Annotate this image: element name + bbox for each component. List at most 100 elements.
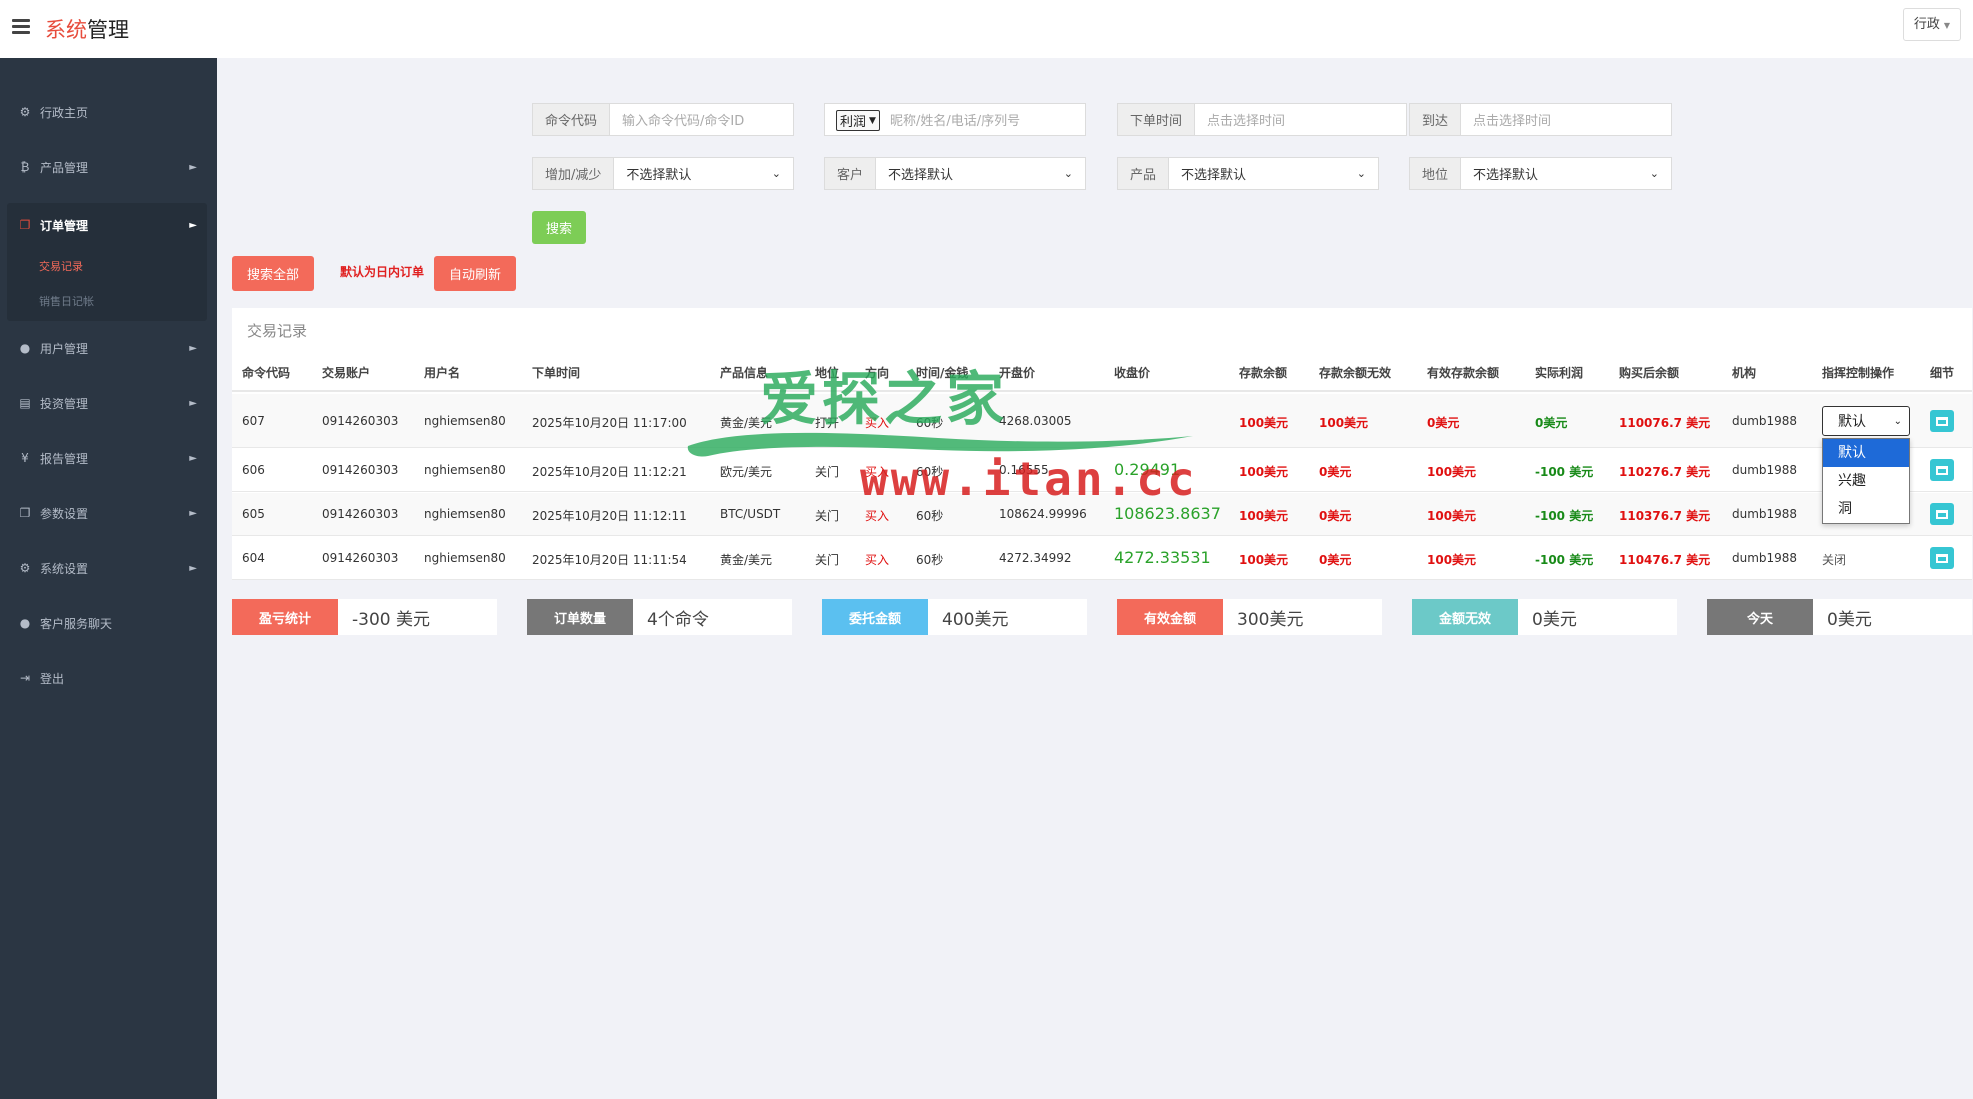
sidebar-item-system-settings[interactable]: ⚙ 系统设置 ► (8, 546, 207, 590)
table-row: 606 0914260303 nghiemsen80 2025年10月20日 1… (232, 449, 1972, 492)
sidebar-item-admin-home[interactable]: ⚙ 行政主页 (8, 90, 207, 134)
sidebar-item-customer-chat[interactable]: ● 客户服务聊天 (8, 601, 207, 645)
order-time-label: 下单时间 (1118, 104, 1196, 135)
trade-records-panel: 交易记录 命令代码 交易账户 用户名 下单时间 产品信息 地位 方向 时间/金钱… (232, 308, 1972, 580)
sidebar-subitem-trade-records[interactable]: 交易记录 (39, 258, 83, 274)
col-position: 地位 (815, 366, 840, 380)
chevron-right-icon: ► (189, 397, 197, 409)
auto-refresh-button[interactable]: 自动刷新 (434, 256, 516, 291)
col-time-money: 时间/金钱 (916, 366, 969, 380)
position-filter: 地位 不选择默认 ⌄ (1409, 157, 1672, 190)
chevron-right-icon: ► (189, 507, 197, 519)
closed-status: 关闭 (1822, 553, 1847, 567)
order-code-input[interactable]: 输入命令代码/命令ID (610, 104, 793, 135)
col-close-price: 收盘价 (1114, 366, 1151, 380)
detail-icon (1936, 416, 1948, 426)
stat-invalid-amount: 金额无效 0美元 (1412, 599, 1677, 635)
stat-today: 今天 0美元 (1707, 599, 1972, 635)
user-icon: ● (19, 341, 31, 355)
logout-icon: ⇥ (19, 671, 31, 685)
inc-dec-filter: 增加/减少 不选择默认 ⌄ (532, 157, 794, 190)
sidebar-item-reports[interactable]: ¥ 报告管理 ► (8, 436, 207, 480)
customer-filter: 客户 不选择默认 ⌄ (824, 157, 1086, 190)
table-row: 607 0914260303 nghiemsen80 2025年10月20日 1… (232, 394, 1972, 448)
col-actual-profit: 实际利润 (1535, 366, 1584, 380)
product-filter: 产品 不选择默认 ⌄ (1117, 157, 1379, 190)
order-time-start-input[interactable]: 点击选择时间 (1195, 104, 1406, 135)
position-select[interactable]: 不选择默认 ⌄ (1461, 158, 1671, 189)
col-order-code: 命令代码 (242, 366, 291, 380)
col-trade-account: 交易账户 (322, 366, 371, 380)
detail-icon (1936, 465, 1948, 475)
detail-icon (1936, 509, 1948, 519)
sidebar-item-users[interactable]: ● 用户管理 ► (8, 326, 207, 370)
stat-commission-amount: 委托金额 400美元 (822, 599, 1087, 635)
col-detail: 细节 (1930, 366, 1955, 380)
chevron-right-icon: ► (189, 161, 197, 173)
col-product-info: 产品信息 (720, 366, 769, 380)
sidebar-item-products[interactable]: ₿ 产品管理 ► (8, 145, 207, 189)
customer-select[interactable]: 不选择默认 ⌄ (876, 158, 1085, 189)
position-label: 地位 (1410, 158, 1462, 189)
sidebar: ⚙ 行政主页 ₿ 产品管理 ► ❐ 订单管理 ► 交易记录 销售日记帐 ● 用户… (0, 58, 217, 1099)
control-operation-dropdown: 默认 兴趣 洞 (1822, 438, 1910, 524)
detail-button[interactable] (1930, 459, 1954, 481)
chevron-right-icon: ► (189, 452, 197, 464)
profit-select[interactable]: 利润 ▼ (836, 110, 880, 131)
customer-search-filter: 利润 ▼ 昵称/姓名/电话/序列号 (824, 103, 1086, 136)
top-bar: 系统管理 行政 ▼ (0, 0, 1973, 58)
user-menu-button[interactable]: 行政 ▼ (1902, 8, 1961, 41)
sidebar-item-investments[interactable]: ▤ 投资管理 ► (8, 381, 207, 425)
chevron-down-icon: ⌄ (1356, 167, 1366, 180)
customer-search-input[interactable]: 昵称/姓名/电话/序列号 (888, 104, 1085, 135)
col-direction: 方向 (865, 366, 890, 380)
stat-profit-loss: 盈亏统计 -300 美元 (232, 599, 497, 635)
dropdown-option-default[interactable]: 默认 (1823, 439, 1909, 467)
chevron-down-icon: ⌄ (1893, 415, 1902, 427)
control-operation-select[interactable]: 默认 ⌄ (1822, 406, 1910, 436)
sidebar-item-orders[interactable]: ❐ 订单管理 ► (8, 203, 207, 247)
product-select[interactable]: 不选择默认 ⌄ (1169, 158, 1378, 189)
dashboard-icon: ⚙ (19, 105, 31, 119)
cogs-icon: ⚙ (19, 561, 31, 575)
chevron-down-icon: ▼ (869, 115, 876, 126)
inc-dec-label: 增加/减少 (533, 158, 615, 189)
detail-button[interactable] (1930, 503, 1954, 525)
col-open-price: 开盘价 (999, 366, 1036, 380)
chevron-down-icon: ▼ (1943, 21, 1950, 30)
table-row: 605 0914260303 nghiemsen80 2025年10月20日 1… (232, 493, 1972, 536)
book-icon: ▤ (19, 396, 31, 410)
sidebar-item-parameters[interactable]: ❐ 参数设置 ► (8, 491, 207, 535)
sidebar-subitem-sales-journal[interactable]: 销售日记帐 (39, 293, 94, 309)
default-intraday-note: 默认为日内订单 (340, 265, 425, 279)
col-deposit-balance: 存款余额 (1239, 366, 1288, 380)
panel-title: 交易记录 (247, 322, 308, 340)
order-time-end-input[interactable]: 点击选择时间 (1461, 104, 1671, 135)
chevron-down-icon: ⌄ (1063, 167, 1073, 180)
chevron-right-icon: ► (189, 342, 197, 354)
chevron-right-icon: ► (189, 562, 197, 574)
menu-toggle-icon[interactable] (12, 19, 30, 35)
detail-button[interactable] (1930, 410, 1954, 432)
customer-label: 客户 (825, 158, 877, 189)
search-all-button[interactable]: 搜索全部 (232, 256, 314, 291)
to-label: 到达 (1410, 104, 1462, 135)
detail-button[interactable] (1930, 547, 1954, 569)
inc-dec-select[interactable]: 不选择默认 ⌄ (614, 158, 793, 189)
bitcoin-icon: ₿ (20, 160, 30, 174)
order-time-filter: 下单时间 点击选择时间 (1117, 103, 1407, 136)
col-balance-after: 购买后余额 (1619, 366, 1680, 380)
dropdown-option-interest[interactable]: 兴趣 (1823, 467, 1909, 495)
order-code-filter: 命令代码 输入命令代码/命令ID (532, 103, 794, 136)
col-order-time: 下单时间 (532, 366, 581, 380)
search-button[interactable]: 搜索 (532, 211, 586, 244)
col-valid-deposit: 有效存款余额 (1427, 366, 1500, 380)
sidebar-item-logout[interactable]: ⇥ 登出 (8, 656, 207, 700)
dropdown-option-hole[interactable]: 洞 (1823, 495, 1909, 523)
col-agency: 机构 (1732, 366, 1757, 380)
order-time-end-filter: 到达 点击选择时间 (1409, 103, 1672, 136)
files-icon: ❐ (19, 218, 31, 232)
chat-icon: ● (19, 616, 31, 630)
col-username: 用户名 (424, 366, 461, 380)
chevron-down-icon: ► (189, 219, 197, 231)
